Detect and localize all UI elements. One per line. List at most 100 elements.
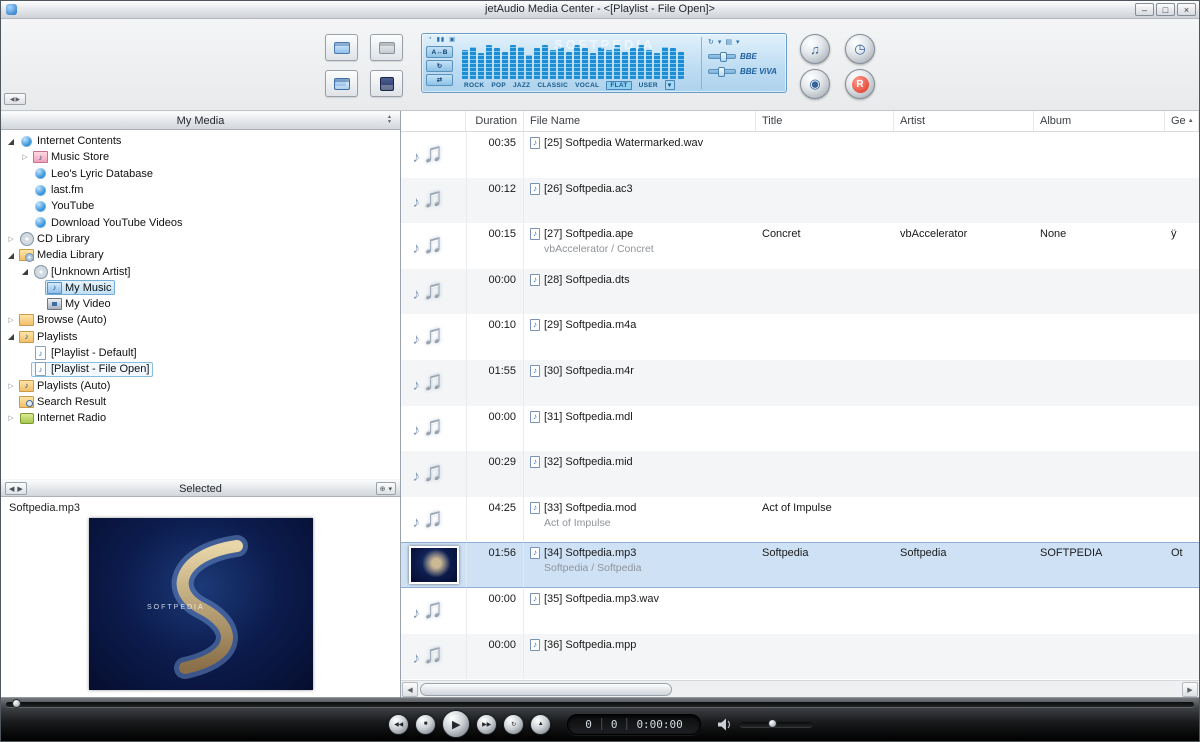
preset-pop[interactable]: POP bbox=[491, 82, 506, 89]
audio-file-icon: ♪ bbox=[530, 411, 540, 423]
collapsed-expander-icon[interactable]: ▷ bbox=[19, 153, 31, 161]
timer-button[interactable]: ◷ bbox=[845, 34, 875, 64]
sidebar-item-search-result[interactable]: Search Result bbox=[1, 394, 400, 410]
mixer-button[interactable] bbox=[325, 70, 358, 97]
playlist-row[interactable]: ♫♪01:55♪[30] Softpedia.m4r bbox=[401, 360, 1199, 406]
scroll-left-button[interactable]: ◀ bbox=[402, 682, 418, 697]
collapsed-expander-icon[interactable]: ▷ bbox=[5, 382, 17, 390]
preset-vocal[interactable]: VOCAL bbox=[575, 82, 599, 89]
collapsed-expander-icon[interactable]: ▷ bbox=[5, 235, 17, 243]
playlist-row[interactable]: ♫♪00:00♪[31] Softpedia.mdl bbox=[401, 406, 1199, 452]
sidebar-item-cd-library[interactable]: ▷CD Library bbox=[1, 231, 400, 247]
record-button[interactable]: R bbox=[845, 69, 875, 99]
playlist-row[interactable]: ♫♪00:00♪[28] Softpedia.dts bbox=[401, 269, 1199, 315]
effect-slider-track[interactable] bbox=[708, 54, 736, 59]
stop-button[interactable]: ■ bbox=[415, 714, 436, 735]
selected-options-buttons[interactable]: ⊕▾ bbox=[376, 482, 396, 495]
save-button[interactable] bbox=[370, 70, 403, 97]
preset-flat[interactable]: FLAT bbox=[606, 81, 631, 90]
sidebar-item-media-library[interactable]: ◢Media Library bbox=[1, 247, 400, 263]
sidebar-header[interactable]: My Media ▲▼ bbox=[1, 111, 400, 130]
sidebar-item-my-music[interactable]: My Music bbox=[1, 280, 400, 296]
sort-icon[interactable]: ▲▼ bbox=[387, 115, 392, 125]
sidebar-item-browse-auto[interactable]: ▷Browse (Auto) bbox=[1, 312, 400, 328]
sidebar-item-playlists[interactable]: ◢Playlists bbox=[1, 329, 400, 345]
user-preset-dropdown-icon[interactable]: ▾ bbox=[665, 80, 675, 90]
file-name: [25] Softpedia Watermarked.wav bbox=[544, 137, 703, 149]
eject-button[interactable]: ▲ bbox=[530, 714, 551, 735]
close-button[interactable]: × bbox=[1177, 3, 1196, 16]
playlist-row[interactable]: ♫♪00:10♪[29] Softpedia.m4a bbox=[401, 314, 1199, 360]
column-header-duration[interactable]: Duration bbox=[466, 111, 524, 131]
sidebar-item-playlists-auto[interactable]: ▷Playlists (Auto) bbox=[1, 377, 400, 393]
horizontal-scrollbar[interactable]: ◀ ▶ bbox=[401, 680, 1199, 697]
scrollbar-thumb[interactable] bbox=[420, 683, 672, 696]
playlist-row[interactable]: ♫♪00:12♪[26] Softpedia.ac3 bbox=[401, 178, 1199, 224]
playlist-row[interactable]: ♫♪00:35♪[25] Softpedia Watermarked.wav bbox=[401, 132, 1199, 178]
music-note-icon: ♫♪ bbox=[409, 409, 459, 447]
column-header-album[interactable]: Album bbox=[1034, 111, 1165, 131]
preset-user[interactable]: USER bbox=[639, 82, 658, 89]
effect-slider-track[interactable] bbox=[708, 69, 736, 74]
column-header-file[interactable]: File Name bbox=[524, 111, 756, 131]
sound-effects-button[interactable]: ♫ bbox=[800, 34, 830, 64]
column-header-title[interactable]: Title bbox=[756, 111, 894, 131]
expanded-expander-icon[interactable]: ◢ bbox=[5, 251, 17, 260]
playlist-row[interactable]: 01:56♪[34] Softpedia.mp3Softpedia / Soft… bbox=[401, 542, 1199, 588]
column-header-icon[interactable] bbox=[401, 111, 466, 131]
sidebar-item-label: My Video bbox=[62, 298, 111, 310]
column-header-artist[interactable]: Artist bbox=[894, 111, 1034, 131]
seek-handle[interactable] bbox=[12, 699, 21, 708]
play-button[interactable]: ▶ bbox=[442, 710, 470, 738]
playlist-row[interactable]: ♫♪00:00♪[36] Softpedia.mpp bbox=[401, 634, 1199, 680]
sidebar-item-internet-radio[interactable]: ▷Internet Radio bbox=[1, 410, 400, 426]
skin-select-button[interactable] bbox=[370, 34, 403, 61]
playlist-row[interactable]: ♫♪04:25♪[33] Softpedia.modAct of Impulse… bbox=[401, 497, 1199, 543]
preset-rock[interactable]: ROCK bbox=[464, 82, 484, 89]
preset-classic[interactable]: CLASSIC bbox=[537, 82, 568, 89]
expanded-expander-icon[interactable]: ◢ bbox=[19, 267, 31, 276]
column-header-genre[interactable]: Ge▲ bbox=[1165, 111, 1199, 131]
repeat-button[interactable]: ↻ bbox=[426, 60, 453, 72]
sidebar-item-download-youtube-videos[interactable]: Download YouTube Videos bbox=[1, 214, 400, 230]
playlist-row[interactable]: ♫♪00:29♪[32] Softpedia.mid bbox=[401, 451, 1199, 497]
expanded-expander-icon[interactable]: ◢ bbox=[5, 332, 17, 341]
volume-handle[interactable] bbox=[768, 719, 777, 728]
preset-jazz[interactable]: JAZZ bbox=[513, 82, 530, 89]
previous-button[interactable]: ◀◀ bbox=[388, 714, 409, 735]
selected-nav-buttons[interactable]: ◀▶ bbox=[5, 482, 27, 495]
layout-button[interactable] bbox=[325, 34, 358, 61]
titlebar[interactable]: jetAudio Media Center - <[Playlist - Fil… bbox=[1, 1, 1199, 19]
playlist-row[interactable]: ♫♪00:00♪[35] Softpedia.mp3.wav bbox=[401, 588, 1199, 634]
sidebar-item-leo-s-lyric-database[interactable]: Leo's Lyric Database bbox=[1, 166, 400, 182]
effect-slider-handle[interactable] bbox=[720, 52, 727, 62]
next-button[interactable]: ▶▶ bbox=[476, 714, 497, 735]
sidebar-item-unknown-artist[interactable]: ◢[Unknown Artist] bbox=[1, 263, 400, 279]
sidebar-item-label: Download YouTube Videos bbox=[48, 217, 183, 229]
spectrum-analyzer bbox=[462, 43, 697, 79]
sidebar-item-playlist-file-open[interactable]: [Playlist - File Open] bbox=[1, 361, 400, 377]
sidebar-collapse-button[interactable]: ◀▶ bbox=[4, 93, 26, 105]
sidebar-item-playlist-default[interactable]: [Playlist - Default] bbox=[1, 345, 400, 361]
expanded-expander-icon[interactable]: ◢ bbox=[5, 137, 17, 146]
sidebar-item-last-fm[interactable]: last.fm bbox=[1, 182, 400, 198]
repeat-button[interactable]: ↻ bbox=[503, 714, 524, 735]
seek-bar[interactable] bbox=[6, 702, 1194, 707]
shuffle-button[interactable]: ⇄ bbox=[426, 74, 453, 86]
maximize-button[interactable]: □ bbox=[1156, 3, 1175, 16]
window-title: jetAudio Media Center - <[Playlist - Fil… bbox=[1, 3, 1199, 15]
ab-repeat-button[interactable]: A↔B bbox=[426, 46, 453, 58]
sidebar-item-internet-contents[interactable]: ◢Internet Contents bbox=[1, 133, 400, 149]
collapsed-expander-icon[interactable]: ▷ bbox=[5, 414, 17, 422]
playlist-row[interactable]: ♫♪00:15♪[27] Softpedia.apevbAccelerator … bbox=[401, 223, 1199, 269]
minimize-button[interactable]: – bbox=[1135, 3, 1154, 16]
sidebar-item-my-video[interactable]: My Video bbox=[1, 296, 400, 312]
lcd-status-icon: ▣ bbox=[449, 36, 456, 43]
visualization-button[interactable]: ◉ bbox=[800, 69, 830, 99]
effect-slider-handle[interactable] bbox=[718, 67, 725, 77]
collapsed-expander-icon[interactable]: ▷ bbox=[5, 316, 17, 324]
sidebar-item-youtube[interactable]: YouTube bbox=[1, 198, 400, 214]
sidebar-item-music-store[interactable]: ▷Music Store bbox=[1, 149, 400, 165]
scroll-right-button[interactable]: ▶ bbox=[1182, 682, 1198, 697]
volume-slider[interactable] bbox=[740, 722, 812, 727]
